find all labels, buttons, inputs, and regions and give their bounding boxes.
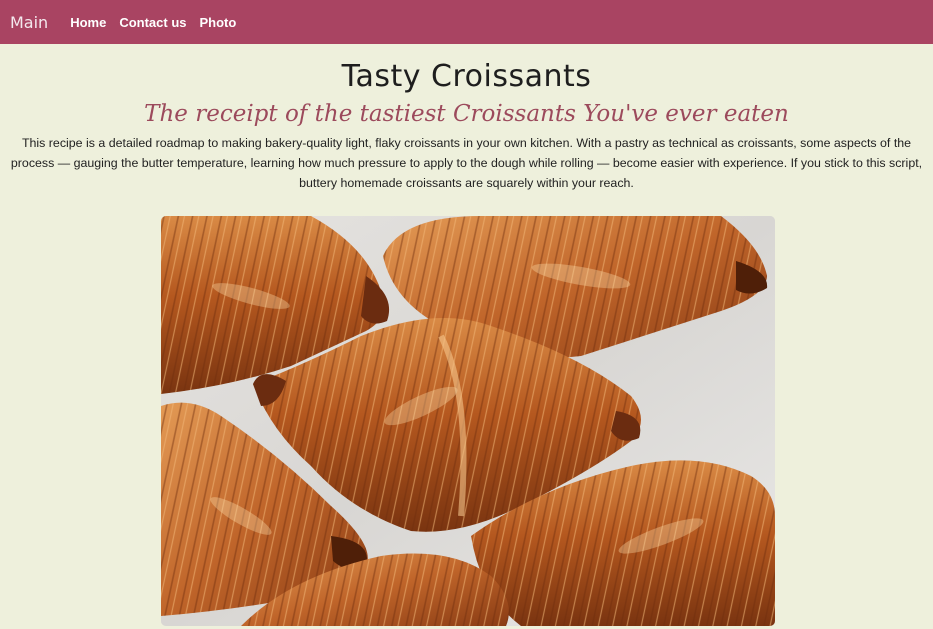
top-navbar: Main Home Contact us Photo	[0, 0, 933, 44]
intro-paragraph: This recipe is a detailed roadmap to mak…	[10, 136, 923, 190]
nav-link-photo[interactable]: Photo	[200, 15, 237, 30]
nav-link-contact-us[interactable]: Contact us	[119, 15, 186, 30]
croissants-photo	[161, 216, 775, 626]
brand-link[interactable]: Main	[10, 13, 48, 32]
nav-link-home[interactable]: Home	[70, 15, 106, 30]
page-subtitle: The receipt of the tastiest Croissants Y…	[144, 101, 789, 127]
page-title: Tasty Croissants	[341, 59, 592, 94]
